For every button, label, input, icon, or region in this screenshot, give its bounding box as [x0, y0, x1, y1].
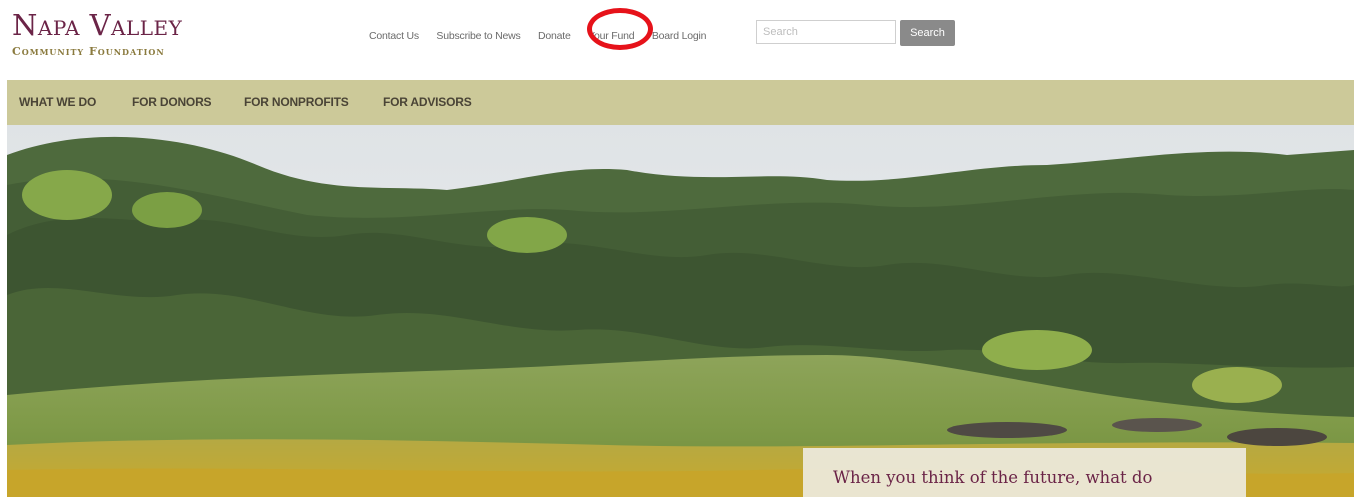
hero-quote-text: When you think of the future, what do	[833, 468, 1153, 487]
site-header: Napa Valley Community Foundation Contact…	[0, 0, 1354, 70]
main-nav: WHAT WE DO FOR DONORS FOR NONPROFITS FOR…	[7, 80, 1354, 125]
site-logo[interactable]: Napa Valley Community Foundation	[12, 10, 182, 58]
utility-nav: Contact Us Subscribe to News Donate Your…	[369, 26, 719, 42]
search-input[interactable]	[756, 20, 896, 44]
nav-item-what-we-do[interactable]: WHAT WE DO	[19, 95, 96, 109]
nav-item-for-donors[interactable]: FOR DONORS	[132, 95, 212, 109]
utility-link-subscribe-to-news[interactable]: Subscribe to News	[436, 30, 520, 42]
hero-landscape-illustration	[7, 125, 1354, 497]
search-button[interactable]: Search	[900, 20, 955, 46]
nav-item-for-advisors[interactable]: FOR ADVISORS	[383, 95, 472, 109]
hero-image	[7, 125, 1354, 497]
logo-subtitle: Community Foundation	[12, 45, 165, 58]
highlight-circle-annotation	[587, 8, 653, 50]
utility-link-board-login[interactable]: Board Login	[652, 30, 707, 42]
hero-quote-box: When you think of the future, what do	[803, 448, 1246, 497]
logo-title: Napa Valley	[12, 8, 183, 42]
utility-link-donate[interactable]: Donate	[538, 30, 571, 42]
nav-item-for-nonprofits[interactable]: FOR NONPROFITS	[244, 95, 349, 109]
utility-link-contact-us[interactable]: Contact Us	[369, 30, 419, 42]
